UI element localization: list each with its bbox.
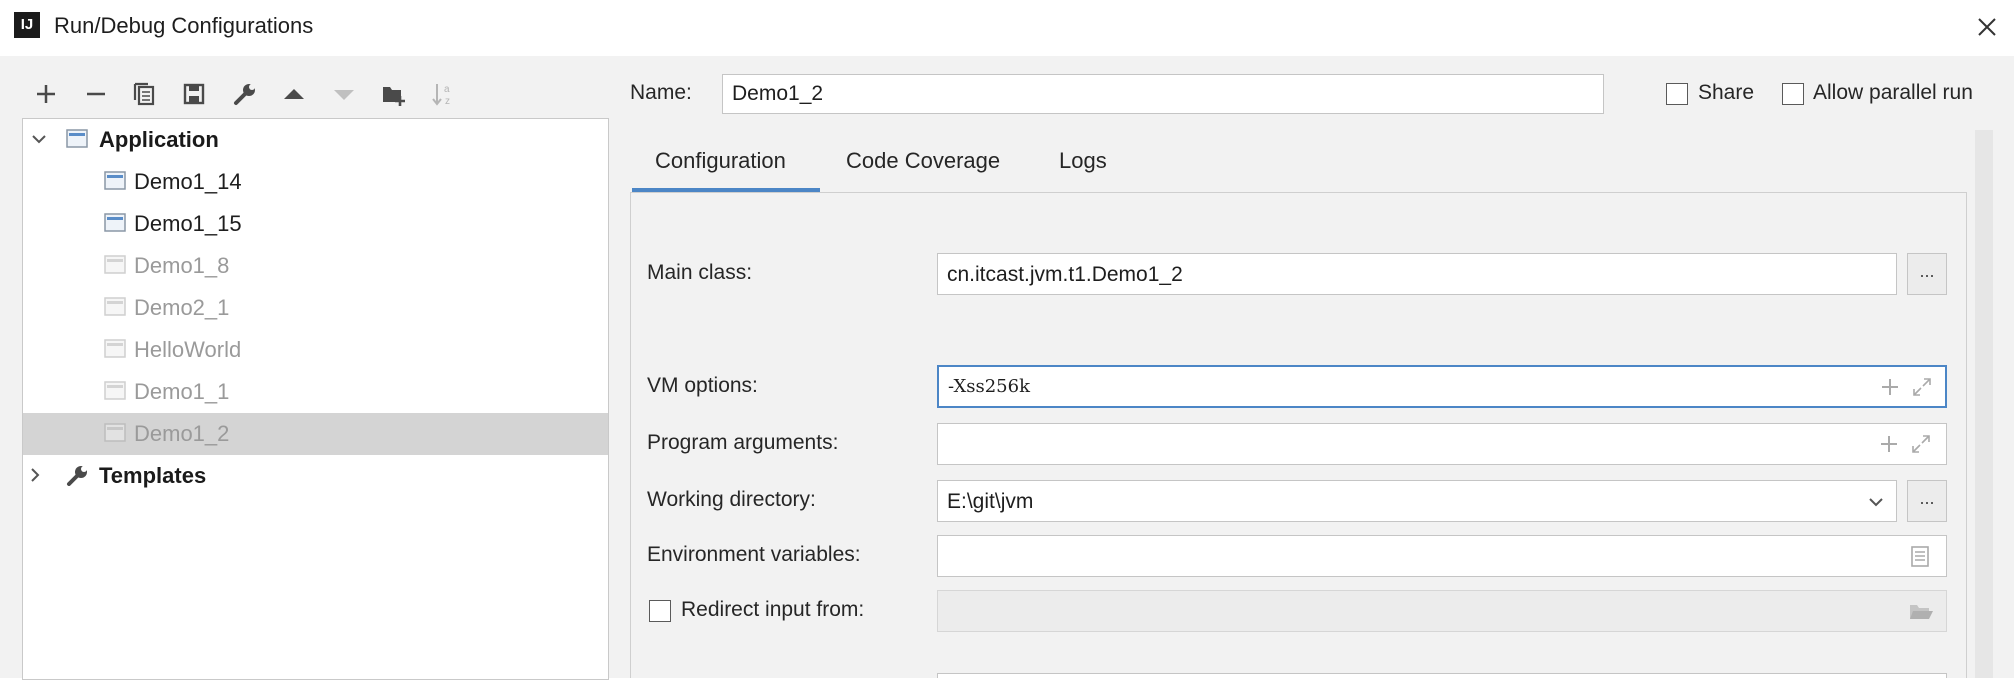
close-button[interactable] xyxy=(1970,10,2004,44)
tree-item-label: Demo1_15 xyxy=(134,211,242,236)
next-field-edge xyxy=(937,673,1947,678)
name-input-value: Demo1_2 xyxy=(732,82,824,105)
tab-configuration[interactable]: Configuration xyxy=(655,146,786,176)
share-checkbox[interactable] xyxy=(1666,83,1688,105)
svg-text:z: z xyxy=(445,96,450,107)
chevron-down-icon[interactable] xyxy=(29,129,49,149)
copy-icon xyxy=(133,82,155,106)
sort-icon: az xyxy=(432,84,450,107)
tree-item[interactable]: Demo1_14 xyxy=(23,161,608,203)
add-icon xyxy=(37,85,55,103)
copy-button[interactable] xyxy=(128,78,160,110)
allow-parallel-run-checkbox[interactable] xyxy=(1782,83,1804,105)
add-icon[interactable] xyxy=(1879,376,1901,398)
main-class-value: cn.itcast.jvm.t1.Demo1_2 xyxy=(947,263,1183,286)
save-icon xyxy=(183,83,205,105)
main-class-input[interactable]: cn.itcast.jvm.t1.Demo1_2 xyxy=(937,253,1897,295)
add-button[interactable] xyxy=(30,78,62,110)
tab-logs[interactable]: Logs xyxy=(1059,146,1107,176)
chevron-right-icon[interactable] xyxy=(25,465,45,485)
main-class-browse-button[interactable]: ... xyxy=(1907,253,1947,295)
tree-item-label: Demo2_1 xyxy=(134,295,230,320)
folder-open-icon[interactable] xyxy=(1908,601,1934,623)
edit-list-icon[interactable] xyxy=(1909,545,1931,569)
working-directory-browse-button[interactable]: ... xyxy=(1907,480,1947,522)
tree-item-label: Demo1_8 xyxy=(134,253,230,278)
temporary-application-icon xyxy=(104,381,126,400)
program-arguments-label: Program arguments: xyxy=(647,431,839,454)
working-directory-label: Working directory: xyxy=(647,488,816,511)
tree-item-label: Demo1_1 xyxy=(134,379,230,404)
working-directory-value: E:\git\jvm xyxy=(947,490,1034,513)
window-title: Run/Debug Configurations xyxy=(54,13,314,38)
tree-node-application[interactable]: Application xyxy=(23,119,608,161)
sort-button[interactable]: az xyxy=(428,78,460,110)
edit-templates-button[interactable] xyxy=(228,78,260,110)
tree-item-selected[interactable]: Demo1_2 xyxy=(23,413,608,455)
redirect-input-label: Redirect input from: xyxy=(681,598,865,621)
wrench-icon xyxy=(234,84,255,105)
vertical-scrollbar[interactable] xyxy=(1975,130,1993,678)
new-folder-icon xyxy=(383,87,405,106)
tree-item[interactable]: Demo1_15 xyxy=(23,203,608,245)
vm-options-label: VM options: xyxy=(647,374,758,397)
remove-icon xyxy=(87,92,105,96)
redirect-input-field xyxy=(937,590,1947,632)
allow-parallel-run-label: Allow parallel run xyxy=(1813,81,1973,104)
save-button[interactable] xyxy=(178,78,210,110)
intellij-logo-icon: IJ xyxy=(14,12,40,38)
vm-options-input[interactable]: -Xss256k xyxy=(937,365,1947,408)
temporary-application-icon xyxy=(104,297,126,316)
title-bar: IJ Run/Debug Configurations xyxy=(0,0,2014,56)
working-directory-combobox[interactable]: E:\git\jvm xyxy=(937,480,1897,522)
application-icon xyxy=(104,171,126,190)
vm-options-value: -Xss256k xyxy=(948,376,1030,397)
add-icon[interactable] xyxy=(1878,433,1900,455)
tree-node-templates[interactable]: Templates xyxy=(23,455,608,497)
temporary-application-icon xyxy=(104,423,126,442)
application-icon xyxy=(104,213,126,232)
remove-button[interactable] xyxy=(80,78,112,110)
chevron-down-icon[interactable] xyxy=(1866,492,1886,512)
redirect-input-checkbox[interactable] xyxy=(649,600,671,622)
tree-item[interactable]: HelloWorld xyxy=(23,329,608,371)
tab-code-coverage[interactable]: Code Coverage xyxy=(846,146,1000,176)
name-input[interactable]: Demo1_2 xyxy=(722,74,1604,114)
tree-item[interactable]: Demo2_1 xyxy=(23,287,608,329)
temporary-application-icon xyxy=(104,339,126,358)
move-down-icon xyxy=(334,90,354,100)
tree-item[interactable]: Demo1_1 xyxy=(23,371,608,413)
expand-icon[interactable] xyxy=(1911,376,1933,398)
application-icon xyxy=(66,129,88,148)
environment-variables-label: Environment variables: xyxy=(647,543,861,566)
move-up-button[interactable] xyxy=(278,78,310,110)
share-label: Share xyxy=(1698,81,1755,104)
move-up-icon xyxy=(284,89,304,99)
temporary-application-icon xyxy=(104,255,126,274)
close-icon xyxy=(1978,18,1996,36)
tree-item-label: Demo1_2 xyxy=(134,421,230,446)
move-down-button[interactable] xyxy=(328,78,360,110)
expand-icon[interactable] xyxy=(1910,433,1932,455)
wrench-icon xyxy=(67,466,87,486)
program-arguments-input[interactable] xyxy=(937,423,1947,465)
tree-item-label: Demo1_14 xyxy=(134,169,242,194)
tree-label-templates: Templates xyxy=(99,463,207,488)
tree-item-label: HelloWorld xyxy=(134,337,242,362)
svg-text:a: a xyxy=(444,84,450,95)
configuration-tree: Application Demo1_14 Demo1_15 Demo1_8 De… xyxy=(22,118,609,680)
main-class-label: Main class: xyxy=(647,261,753,284)
new-folder-button[interactable] xyxy=(378,78,410,110)
tree-label-application: Application xyxy=(99,127,219,152)
name-label: Name: xyxy=(630,81,692,104)
tree-item[interactable]: Demo1_8 xyxy=(23,245,608,287)
environment-variables-input[interactable] xyxy=(937,535,1947,577)
